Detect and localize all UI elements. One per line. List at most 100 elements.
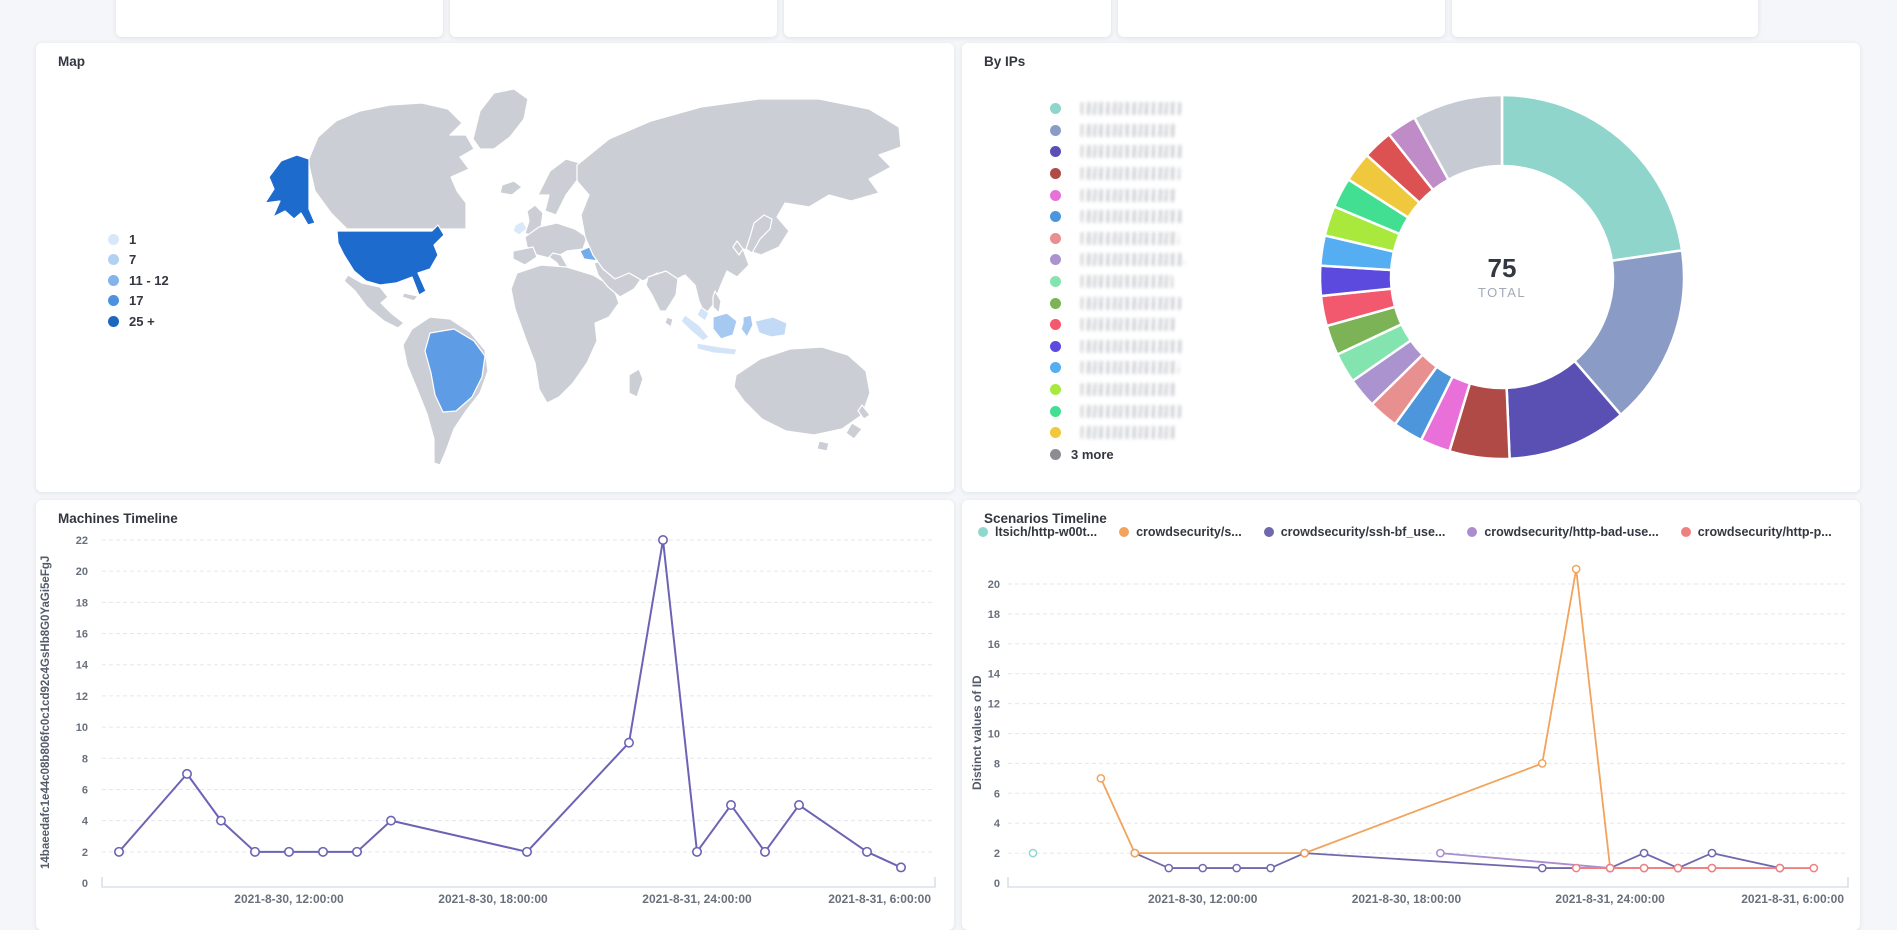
data-point[interactable]	[1810, 864, 1817, 871]
redacted-ip-label	[1081, 426, 1178, 439]
data-point[interactable]	[1539, 864, 1546, 871]
scenarios-line-chart[interactable]: 024681012141618202021-8-30, 12:00:002021…	[962, 500, 1860, 930]
map-region-madagascar[interactable]	[629, 369, 643, 397]
map-region-africa[interactable]	[511, 265, 619, 403]
data-point[interactable]	[523, 848, 531, 856]
scenario-legend-item[interactable]: crowdsecurity/http-p...	[1681, 525, 1832, 539]
y-tick-label: 18	[988, 609, 1000, 621]
ip-legend-item[interactable]	[1050, 249, 1185, 271]
data-point[interactable]	[1267, 864, 1274, 871]
map-region-new-zealand-south[interactable]	[846, 423, 862, 439]
machines-y-axis-label: 14baeedafc1e44c08b806fc0c1cd92c4GsHb8G0Y…	[40, 538, 52, 886]
data-point[interactable]	[1097, 775, 1104, 782]
ip-legend-more[interactable]: 3 more	[1050, 444, 1185, 466]
map-region-iceland[interactable]	[500, 181, 522, 195]
data-point[interactable]	[183, 770, 191, 778]
map-legend-item[interactable]: 17	[108, 291, 169, 312]
data-point[interactable]	[727, 801, 735, 809]
ip-legend-item[interactable]	[1050, 271, 1185, 293]
map-region-sri-lanka[interactable]	[665, 317, 673, 327]
data-point[interactable]	[1029, 850, 1036, 857]
legend-dot-icon	[1050, 298, 1061, 309]
map-legend-item[interactable]: 11 - 12	[108, 270, 169, 291]
data-point[interactable]	[1199, 864, 1206, 871]
scenario-legend-item[interactable]: crowdsecurity/s...	[1119, 525, 1242, 539]
data-point[interactable]	[1233, 864, 1240, 871]
data-point[interactable]	[387, 816, 395, 824]
data-point[interactable]	[1640, 850, 1647, 857]
ip-legend-item[interactable]	[1050, 228, 1185, 250]
data-point[interactable]	[693, 848, 701, 856]
data-point[interactable]	[1573, 864, 1580, 871]
scenario-legend-item[interactable]: crowdsecurity/ssh-bf_use...	[1264, 525, 1446, 539]
map-region-papua[interactable]	[755, 317, 787, 337]
ips-donut-chart[interactable]	[1302, 77, 1702, 477]
map-region-india[interactable]	[646, 271, 678, 311]
map-panel: Map 1711 - 121725 +	[36, 43, 954, 492]
map-legend-item[interactable]: 1	[108, 229, 169, 250]
ip-legend-item[interactable]	[1050, 357, 1185, 379]
ip-legend-item[interactable]	[1050, 98, 1185, 120]
map-legend-item[interactable]: 25 +	[108, 311, 169, 332]
ip-legend-item[interactable]	[1050, 163, 1185, 185]
ip-legend-item[interactable]	[1050, 206, 1185, 228]
ip-legend-item[interactable]	[1050, 314, 1185, 336]
data-point[interactable]	[1573, 565, 1580, 572]
data-point[interactable]	[1776, 864, 1783, 871]
data-point[interactable]	[319, 848, 327, 856]
data-point[interactable]	[1708, 864, 1715, 871]
map-legend-label: 1	[129, 232, 136, 247]
legend-dot-icon	[108, 254, 119, 265]
data-point[interactable]	[625, 738, 633, 746]
map-region-cuba[interactable]	[402, 293, 418, 301]
y-tick-label: 6	[82, 784, 88, 796]
ip-legend-item[interactable]	[1050, 400, 1185, 422]
ip-legend-item[interactable]	[1050, 184, 1185, 206]
data-point[interactable]	[897, 863, 905, 871]
data-point[interactable]	[795, 801, 803, 809]
donut-slice-1[interactable]	[1502, 95, 1682, 261]
machines-line-chart[interactable]: 02468101214161820222021-8-30, 12:00:0020…	[36, 500, 954, 930]
data-point[interactable]	[1708, 850, 1715, 857]
data-point[interactable]	[217, 816, 225, 824]
map-region-scandinavia[interactable]	[538, 159, 580, 215]
world-map-choropleth[interactable]	[36, 43, 954, 492]
data-point[interactable]	[1539, 760, 1546, 767]
ip-legend-item[interactable]	[1050, 422, 1185, 444]
ip-legend-item[interactable]	[1050, 292, 1185, 314]
map-region-philippines[interactable]	[713, 291, 721, 313]
ip-legend-item[interactable]	[1050, 120, 1185, 142]
y-tick-label: 16	[76, 629, 88, 641]
map-region-alaska[interactable]	[265, 155, 315, 225]
map-region-sulawesi[interactable]	[741, 315, 753, 337]
data-point[interactable]	[353, 848, 361, 856]
map-region-java[interactable]	[697, 343, 737, 355]
summary-card	[1118, 0, 1445, 37]
data-point[interactable]	[1437, 850, 1444, 857]
ip-legend-item[interactable]	[1050, 379, 1185, 401]
data-point[interactable]	[251, 848, 259, 856]
ip-legend-item[interactable]	[1050, 336, 1185, 358]
map-region-australia[interactable]	[734, 347, 870, 435]
map-region-borneo[interactable]	[713, 313, 737, 339]
ip-legend-item[interactable]	[1050, 141, 1185, 163]
data-point[interactable]	[1674, 864, 1681, 871]
data-point[interactable]	[1301, 850, 1308, 857]
data-point[interactable]	[659, 536, 667, 544]
map-region-tasmania[interactable]	[817, 441, 829, 451]
scenario-legend-item[interactable]: crowdsecurity/http-bad-use...	[1467, 525, 1658, 539]
data-point[interactable]	[1131, 850, 1138, 857]
redacted-ip-label	[1081, 189, 1176, 202]
map-region-iberia[interactable]	[513, 247, 537, 265]
data-point[interactable]	[1640, 864, 1647, 871]
map-legend-item[interactable]: 7	[108, 250, 169, 271]
data-point[interactable]	[863, 848, 871, 856]
data-point[interactable]	[285, 848, 293, 856]
data-point[interactable]	[761, 848, 769, 856]
map-region-greenland[interactable]	[473, 89, 528, 149]
map-region-canada[interactable]	[308, 103, 474, 229]
scenario-legend-item[interactable]: ltsich/http-w00t...	[978, 525, 1097, 539]
data-point[interactable]	[1607, 864, 1614, 871]
data-point[interactable]	[1165, 864, 1172, 871]
data-point[interactable]	[115, 848, 123, 856]
